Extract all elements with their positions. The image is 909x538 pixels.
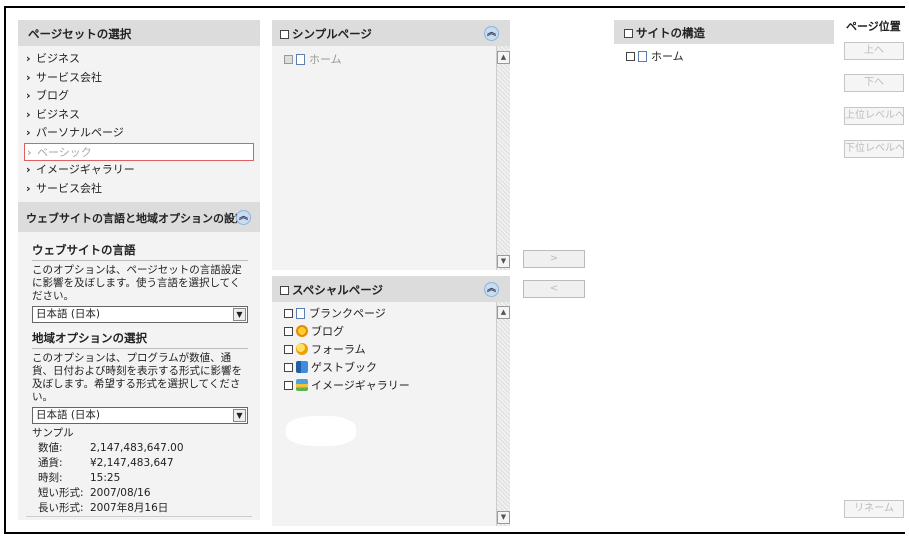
document-icon: [638, 51, 647, 62]
page-position-title: ページ位置: [846, 20, 901, 33]
level-up-button[interactable]: 上位レベルへ: [844, 107, 904, 125]
special-pages-list: ブランクページ ブログ フォーラム ゲストブック イメージギャラリー: [272, 302, 510, 395]
scroll-up-icon[interactable]: ▲: [497, 306, 510, 319]
checkbox[interactable]: [284, 381, 293, 390]
rename-button[interactable]: リネーム: [844, 500, 904, 518]
special-page-item-guestbook[interactable]: ゲストブック: [272, 359, 510, 377]
chevron-right-icon: ›: [26, 181, 31, 195]
pageset-item-blog[interactable]: › ブログ: [26, 87, 252, 106]
dropdown-arrow-icon: ▼: [233, 409, 246, 422]
site-structure-header: サイトの構造: [614, 20, 834, 44]
blog-icon: [296, 325, 308, 337]
blank-region: [286, 416, 356, 446]
simple-page-item-home[interactable]: ホーム: [272, 51, 510, 69]
sample-row: 長い形式: 2007年8月16日: [38, 502, 169, 514]
checkbox[interactable]: [626, 52, 635, 61]
sample-row: 短い形式: 2007/08/16: [38, 487, 151, 499]
document-icon: [296, 308, 305, 319]
checkbox[interactable]: [284, 55, 293, 64]
pageset-list: › ビジネス › サービス会社 › ブログ › ビジネス › パーソナルページ › ベーシッ…: [18, 46, 260, 200]
locale-title: 地域オプションの選択: [32, 330, 248, 349]
scroll-down-icon[interactable]: ▼: [497, 255, 510, 268]
level-down-button[interactable]: 下位レベルへ: [844, 140, 904, 158]
simple-pages-list: ホーム: [272, 46, 510, 69]
structure-item-home[interactable]: ホーム: [614, 48, 684, 66]
checkbox[interactable]: [284, 309, 293, 318]
pageset-item-service[interactable]: › サービス会社: [26, 69, 252, 88]
special-page-item-gallery[interactable]: イメージギャラリー: [272, 377, 510, 395]
site-structure-list: ホーム: [614, 48, 684, 66]
simple-pages-scrollbar[interactable]: ▲ ▼: [496, 46, 510, 270]
chevron-right-icon: ›: [27, 145, 32, 159]
sample-row: 数値: 2,147,483,647.00: [38, 442, 184, 454]
pageset-item-business-2[interactable]: › ビジネス: [26, 106, 252, 125]
special-page-item-blank[interactable]: ブランクページ: [272, 305, 510, 323]
chevron-right-icon: ›: [26, 163, 31, 176]
sample-row: 時刻: 15:25: [38, 472, 121, 484]
checkbox[interactable]: [284, 363, 293, 372]
simple-pages-header: シンプルページ ︽: [272, 20, 510, 46]
gallery-icon: [296, 379, 308, 391]
select-all-checkbox[interactable]: [280, 286, 289, 295]
simple-pages-panel: シンプルページ ︽ ホーム ▲ ▼: [272, 20, 510, 270]
chevron-right-icon: ›: [26, 70, 31, 84]
sample-table: サンプル 数値: 2,147,483,647.00 通貨: ¥2,147,483,6…: [32, 426, 248, 516]
sample-row: 通貨: ¥2,147,483,647: [38, 457, 174, 469]
special-pages-header: スペシャルページ ︽: [272, 276, 510, 302]
collapse-icon[interactable]: ︽: [236, 210, 251, 225]
pageset-item-gallery[interactable]: › イメージギャラリー: [26, 161, 252, 180]
collapse-icon[interactable]: ︽: [484, 26, 499, 41]
special-page-item-forum[interactable]: フォーラム: [272, 341, 510, 359]
scroll-down-icon[interactable]: ▼: [497, 511, 510, 524]
pageset-item-service-2[interactable]: › サービス会社: [26, 180, 252, 199]
forum-icon: [296, 343, 308, 355]
document-icon: [296, 54, 305, 65]
website-language-title: ウェブサイトの言語: [32, 242, 248, 261]
left-panel: ページセットの選択 › ビジネス › サービス会社 › ブログ › ビジネス › パーソナ…: [18, 20, 260, 520]
remove-page-button[interactable]: <: [523, 280, 585, 298]
select-all-checkbox[interactable]: [624, 29, 633, 38]
locale-desc: このオプションは、プログラムが数値、通貨、日付および時刻を表示する形式に影響を及…: [32, 352, 242, 403]
checkbox[interactable]: [284, 345, 293, 354]
chevron-right-icon: ›: [26, 89, 31, 102]
pageset-item-personal[interactable]: › パーソナルページ: [26, 124, 252, 143]
chevron-right-icon: ›: [26, 107, 31, 121]
move-down-button[interactable]: 下へ: [844, 74, 904, 92]
select-all-checkbox[interactable]: [280, 30, 289, 39]
scroll-up-icon[interactable]: ▲: [497, 51, 510, 64]
locale-section: 地域オプションの選択 このオプションは、プログラムが数値、通貨、日付および時刻を…: [32, 330, 248, 516]
special-page-item-blog[interactable]: ブログ: [272, 323, 510, 341]
website-language-section: ウェブサイトの言語 このオプションは、ページセットの言語設定に影響を及ぼします。…: [32, 242, 248, 323]
website-language-desc: このオプションは、ページセットの言語設定に影響を及ぼします。使う言語を選択してく…: [32, 264, 242, 302]
divider: [26, 516, 252, 517]
add-page-button[interactable]: >: [523, 250, 585, 268]
locale-select[interactable]: 日本語 (日本) ▼: [32, 407, 248, 424]
guestbook-icon: [296, 361, 308, 373]
dropdown-arrow-icon: ▼: [233, 308, 246, 321]
pageset-item-basic[interactable]: › ベーシック: [24, 142, 254, 161]
move-up-button[interactable]: 上へ: [844, 42, 904, 60]
special-pages-panel: スペシャルページ ︽ ブランクページ ブログ フォーラム ゲストブック イメージ…: [272, 276, 510, 526]
sample-label: サンプル: [32, 427, 74, 439]
chevron-right-icon: ›: [26, 52, 31, 65]
collapse-icon[interactable]: ︽: [484, 282, 499, 297]
chevron-right-icon: ›: [26, 126, 31, 139]
special-pages-scrollbar[interactable]: ▲ ▼: [496, 302, 510, 526]
website-language-select[interactable]: 日本語 (日本) ▼: [32, 306, 248, 323]
pageset-item-business[interactable]: › ビジネス: [26, 50, 252, 69]
pageset-header: ページセットの選択: [18, 20, 260, 46]
checkbox[interactable]: [284, 327, 293, 336]
language-settings-header: ウェブサイトの言語と地域オプションの設定 ︽: [18, 202, 260, 232]
